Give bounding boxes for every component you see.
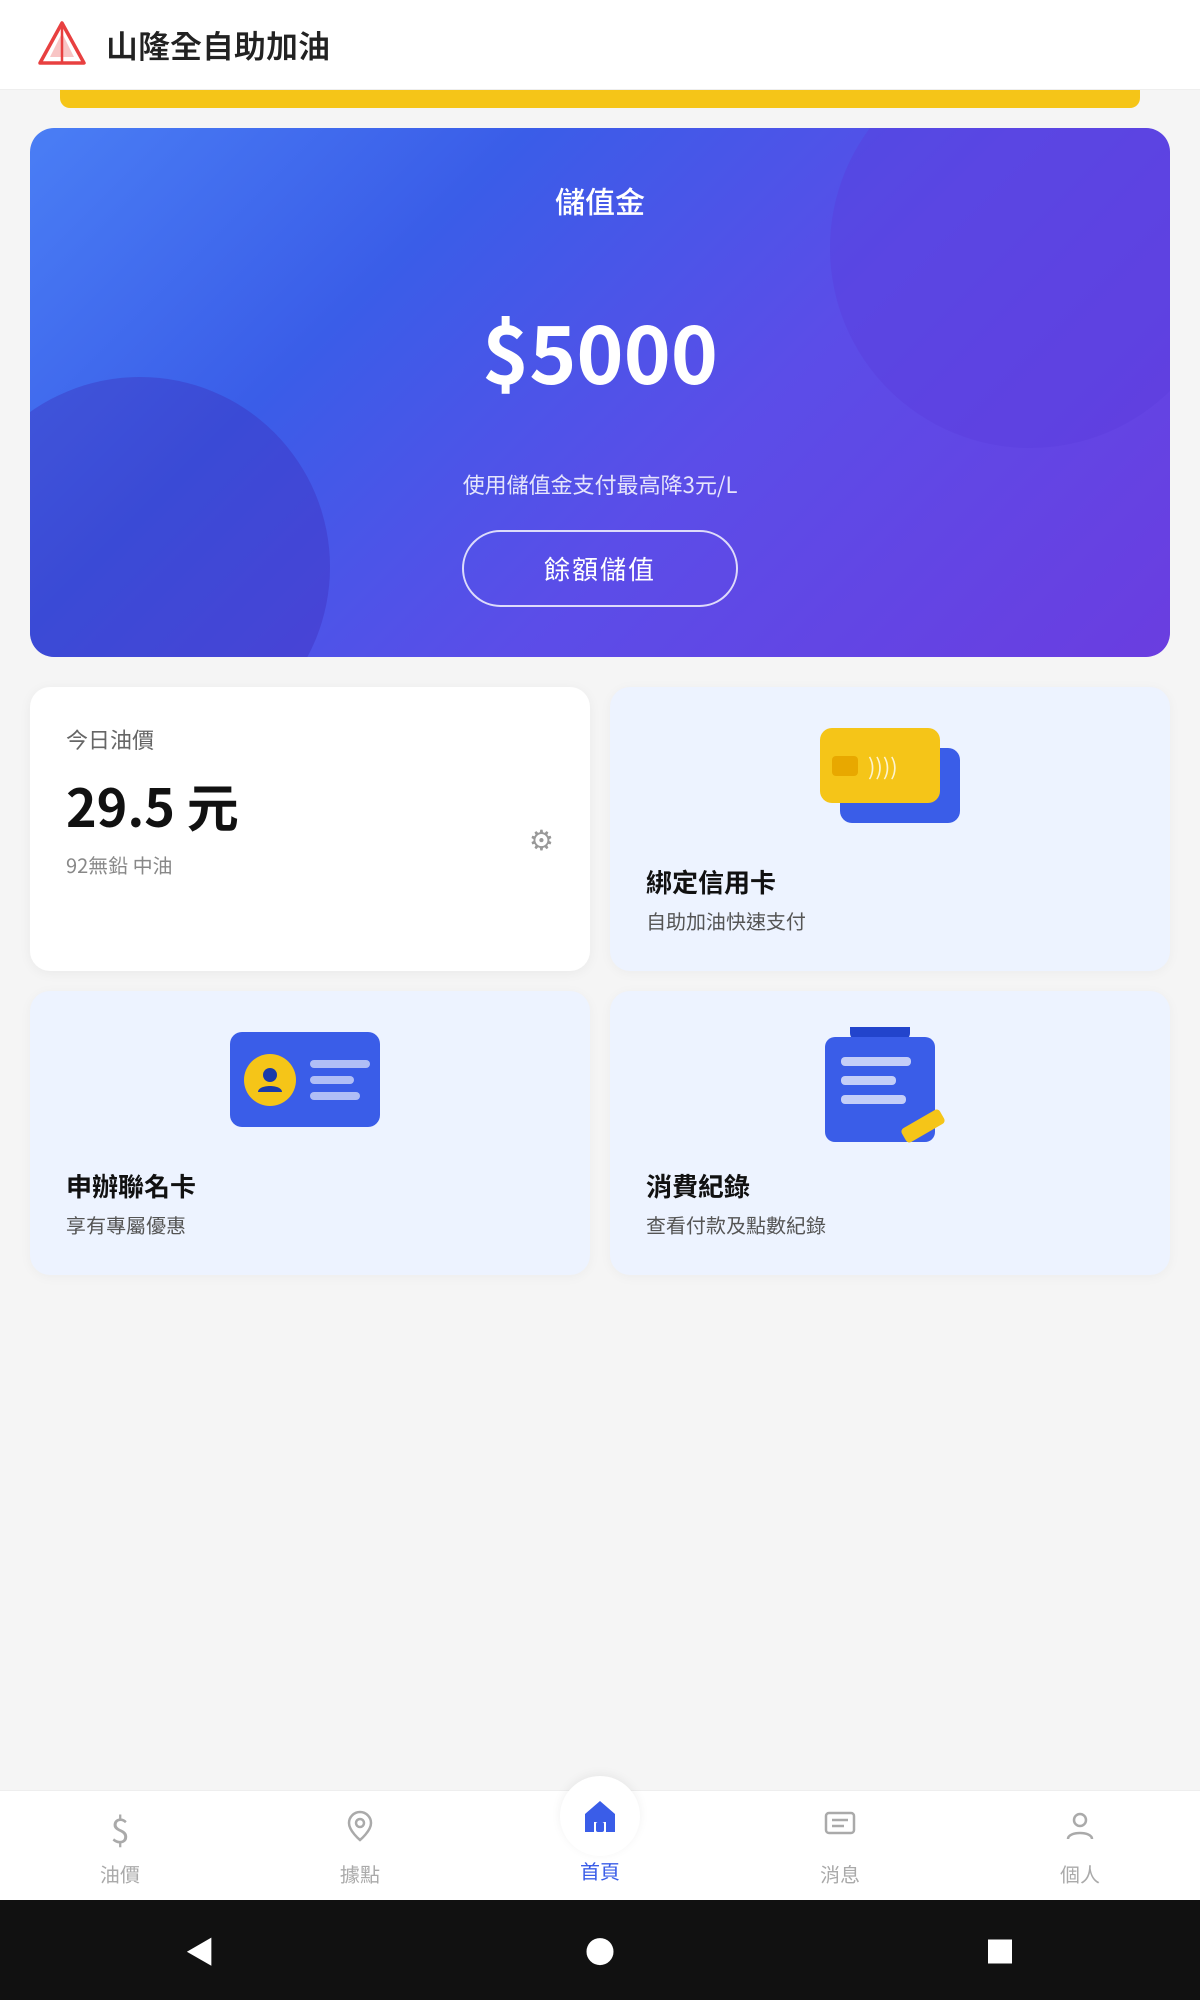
locations-nav-label: 據點: [340, 1859, 380, 1888]
top-up-button[interactable]: 餘額儲值: [462, 530, 738, 607]
messages-nav-label: 消息: [820, 1859, 860, 1888]
record-icon-area: [646, 1027, 1134, 1147]
member-card-icon-area: [66, 1027, 554, 1147]
clipboard-icon: [825, 1027, 955, 1147]
balance-label: 儲值金: [555, 178, 645, 222]
android-back-button[interactable]: ◀: [185, 1928, 215, 1972]
nav-item-profile[interactable]: 個人: [960, 1804, 1200, 1888]
bottom-nav: $ 油價 據點 首頁 消息: [0, 1790, 1200, 1900]
cc-contactless-icon: )))): [868, 750, 898, 782]
cc-front-layer: )))): [820, 728, 940, 803]
oil-price-label: 今日油價: [66, 723, 554, 755]
credit-card-icon-area: )))): [646, 723, 1134, 843]
oil-price-value: 29.5 元: [66, 767, 554, 842]
oil-price-card[interactable]: 今日油價 29.5 元 92無鉛 中油 ⚙: [30, 687, 590, 971]
locations-nav-icon: [343, 1804, 377, 1853]
nav-item-locations[interactable]: 據點: [240, 1804, 480, 1888]
oil-price-sub: 92無鉛 中油: [66, 850, 554, 879]
feature-row-1: 今日油價 29.5 元 92無鉛 中油 ⚙ )))) 綁定信用卡 自助加油快速支…: [30, 687, 1170, 971]
id-card-icon: [230, 1032, 390, 1142]
record-card-feature[interactable]: 消費紀錄 查看付款及點數紀錄: [610, 991, 1170, 1275]
main-content: 儲值金 $5000 使用儲值金支付最高降3元/L 餘額儲值 今日油價 29.5 …: [0, 128, 1200, 1275]
home-nav-label: 首頁: [580, 1856, 620, 1885]
balance-amount: $5000: [482, 292, 718, 408]
balance-sub-text: 使用儲值金支付最高降3元/L: [463, 468, 738, 500]
credit-card-title: 綁定信用卡: [646, 863, 1134, 900]
android-recents-button[interactable]: ■: [985, 1928, 1015, 1972]
nav-item-messages[interactable]: 消息: [720, 1804, 960, 1888]
cc-chip-icon: [832, 756, 858, 776]
nav-item-home[interactable]: 首頁: [480, 1806, 720, 1885]
messages-nav-icon: [823, 1804, 857, 1853]
member-card-sub: 享有專屬優惠: [66, 1210, 554, 1239]
pencil-icon: [900, 1108, 946, 1144]
nav-item-oil-price[interactable]: $ 油價: [0, 1804, 240, 1888]
oil-price-nav-icon: $: [111, 1804, 130, 1853]
record-title: 消費紀錄: [646, 1167, 1134, 1204]
id-avatar-icon: [244, 1054, 296, 1106]
app-title: 山隆全自助加油: [106, 22, 330, 68]
member-card-feature[interactable]: 申辦聯名卡 享有專屬優惠: [30, 991, 590, 1275]
feature-row-2: 申辦聯名卡 享有專屬優惠 消費紀錄 查看付款及點數紀錄: [30, 991, 1170, 1275]
app-logo-icon: [36, 19, 88, 71]
credit-card-sub: 自助加油快速支付: [646, 906, 1134, 935]
settings-icon[interactable]: ⚙: [529, 819, 554, 859]
id-card-body: [230, 1032, 380, 1127]
record-sub: 查看付款及點數紀錄: [646, 1210, 1134, 1239]
credit-card-feature[interactable]: )))) 綁定信用卡 自助加油快速支付: [610, 687, 1170, 971]
oil-price-nav-label: 油價: [100, 1859, 140, 1888]
profile-nav-label: 個人: [1060, 1859, 1100, 1888]
android-nav-bar: ◀ ● ■: [0, 1900, 1200, 2000]
app-header: 山隆全自助加油: [0, 0, 1200, 90]
credit-card-icon: )))): [820, 728, 960, 838]
member-card-title: 申辦聯名卡: [66, 1167, 554, 1204]
home-bubble: [560, 1776, 640, 1856]
profile-nav-icon: [1063, 1804, 1097, 1853]
clipboard-body: [825, 1037, 935, 1142]
balance-card: 儲值金 $5000 使用儲值金支付最高降3元/L 餘額儲值: [30, 128, 1170, 657]
yellow-accent-bar: [60, 90, 1140, 108]
android-home-button[interactable]: ●: [585, 1928, 615, 1972]
id-lines: [310, 1060, 370, 1100]
